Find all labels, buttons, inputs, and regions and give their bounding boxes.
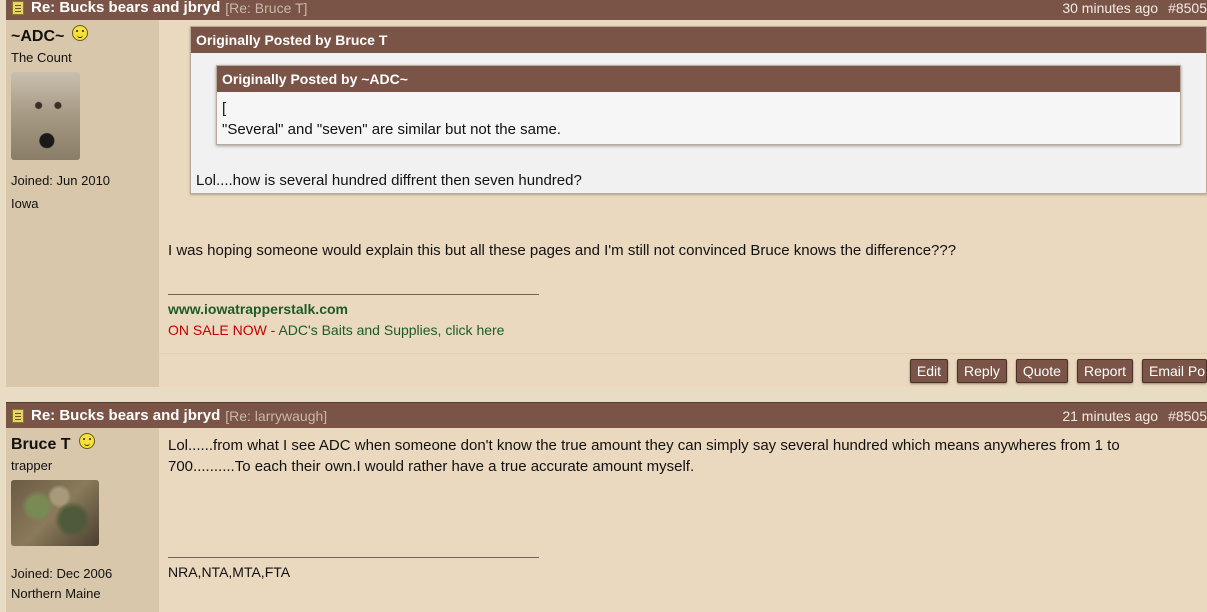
quote-line: "Several" and "seven" are similar but no… [222,121,561,138]
username[interactable]: ~ADC~ [11,28,64,46]
reply-to: [Re: larrywaugh] [225,407,328,424]
post-number[interactable]: #8505 [1168,408,1207,424]
post-actions: Edit Reply Quote Report Email Po [159,353,1207,387]
sale-separator: - [266,322,279,338]
avatar[interactable] [11,72,80,160]
quote-heading: Originally Posted by Bruce T [191,27,1206,53]
post-number[interactable]: #8505 [1168,0,1207,16]
online-status-icon [78,433,95,449]
signature-sale: ON SALE NOW - ADC's Baits and Supplies, … [168,320,1157,341]
email-post-button[interactable]: Email Po [1142,358,1207,383]
author-info: ~ADC~ [11,25,154,46]
signature: NRA,NTA,MTA,FTA [168,564,291,580]
author-sidebar: ~ADC~ The Count Joined: Jun 2010 Iowa [6,20,159,387]
post-icon [12,408,24,423]
report-button[interactable]: Report [1076,358,1133,383]
post-title[interactable]: Re: Bucks bears and jbryd [31,407,220,424]
reply-button[interactable]: Reply [957,358,1007,383]
post-body: Lol......from what I see ADC when someon… [168,437,1120,475]
signature: www.iowatrapperstalk.com [168,299,1157,320]
quote-heading: Originally Posted by ~ADC~ [217,66,1180,92]
post-time: 21 minutes ago [1062,408,1159,424]
quote-text: Lol....how is several hundred diffrent t… [196,172,582,189]
sale-link[interactable]: ADC's Baits and Supplies, click here [278,322,504,338]
post: Re: Bucks bears and jbryd [Re: larrywaug… [6,402,1207,612]
author-sidebar: Bruce T trapper Joined: Dec 2006 Norther… [6,428,159,612]
signature-site-link[interactable]: www.iowatrapperstalk.com [168,301,348,317]
post-content: Lol......from what I see ADC when someon… [159,428,1207,612]
username[interactable]: Bruce T [11,436,71,454]
reply-to: [Re: Bruce T] [225,0,308,16]
post-body: I was hoping someone would explain this … [168,242,957,259]
sale-label: ON SALE NOW [168,322,267,338]
post-content: Originally Posted by Bruce T Originally … [159,20,1207,387]
quote-block: Originally Posted by Bruce T Originally … [190,26,1207,194]
joined-date: Joined: Jun 2010 [11,173,111,188]
user-title: The Count [11,50,72,65]
post-icon [12,0,24,15]
quote-body: [ "Several" and "seven" are similar but … [217,92,1180,146]
user-location: Northern Maine [11,586,101,601]
post-time: 30 minutes ago [1062,0,1159,16]
post-header: Re: Bucks bears and jbryd [Re: Bruce T] … [6,0,1207,20]
post: Re: Bucks bears and jbryd [Re: Bruce T] … [6,0,1207,387]
author-info: Bruce T [11,433,154,454]
quote-line: [ [222,100,227,117]
user-title: trapper [11,458,53,473]
avatar[interactable] [11,480,99,546]
user-location: Iowa [11,196,39,211]
edit-button[interactable]: Edit [909,358,949,383]
post-title[interactable]: Re: Bucks bears and jbryd [31,0,220,16]
signature-divider [168,294,539,295]
online-status-icon [72,25,89,41]
joined-date: Joined: Dec 2006 [11,566,113,581]
quote-button[interactable]: Quote [1015,358,1068,383]
signature-divider [168,557,539,558]
post-header: Re: Bucks bears and jbryd [Re: larrywaug… [6,402,1207,428]
nested-quote-block: Originally Posted by ~ADC~ [ "Several" a… [216,65,1181,145]
